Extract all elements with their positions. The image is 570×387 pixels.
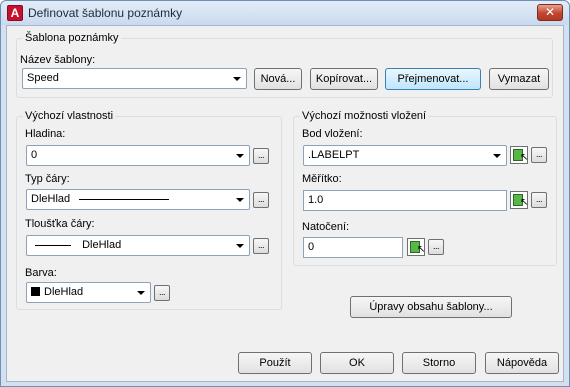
- app-icon: A: [7, 5, 23, 21]
- color-browse-button[interactable]: ...: [154, 285, 170, 301]
- insertion-point-select[interactable]: .LABELPT: [303, 145, 507, 166]
- template-name-label: Název šablony:: [20, 54, 96, 66]
- layer-select[interactable]: 0: [26, 145, 250, 166]
- linetype-value: DleHlad: [31, 193, 71, 205]
- lineweight-field: DleHlad: [31, 239, 121, 251]
- color-select[interactable]: DleHlad: [26, 282, 151, 303]
- apply-button[interactable]: Použít: [238, 352, 312, 374]
- insertion-point-browse-button[interactable]: ...: [531, 147, 547, 163]
- default-properties-group: Výchozí vlastnosti Hladina: 0 ... Typ čá…: [16, 110, 282, 310]
- lineweight-browse-button[interactable]: ...: [253, 238, 269, 254]
- linetype-field: DleHlad: [31, 193, 170, 205]
- lineweight-select[interactable]: DleHlad: [26, 235, 250, 256]
- help-button[interactable]: Nápověda: [485, 352, 559, 374]
- linetype-select[interactable]: DleHlad: [26, 189, 250, 210]
- new-button[interactable]: Nová...: [254, 68, 302, 90]
- insertion-point-pick-button[interactable]: ↖: [510, 146, 528, 164]
- cancel-button[interactable]: Storno: [402, 352, 476, 374]
- rotation-value: 0: [308, 241, 315, 253]
- cursor-icon: ↖: [520, 197, 529, 208]
- insertion-point-label: Bod vložení:: [302, 128, 363, 140]
- rotation-label: Natočení:: [302, 221, 350, 233]
- cursor-icon: ↖: [520, 152, 529, 163]
- template-name-select[interactable]: Speed: [22, 68, 247, 89]
- scale-browse-button[interactable]: ...: [531, 192, 547, 208]
- chevron-down-icon: [232, 192, 247, 207]
- template-group: Šablona poznámky Název šablony: Speed No…: [16, 32, 553, 98]
- lineweight-sample: [35, 244, 71, 246]
- scale-pick-button[interactable]: ↖: [510, 191, 528, 209]
- lineweight-label: Tloušťka čáry:: [25, 218, 95, 230]
- scale-value: 1.0: [308, 194, 324, 206]
- chevron-down-icon: [229, 71, 244, 86]
- layer-browse-button[interactable]: ...: [253, 148, 269, 164]
- close-button[interactable]: ✕: [537, 4, 563, 21]
- scale-input[interactable]: 1.0: [303, 190, 507, 211]
- color-value: DleHlad: [44, 286, 84, 298]
- rotation-browse-button[interactable]: ...: [428, 239, 444, 255]
- chevron-down-icon: [232, 238, 247, 253]
- cursor-icon: ↖: [417, 244, 426, 255]
- ok-button[interactable]: OK: [320, 352, 394, 374]
- insertion-options-group: Výchozí možnosti vložení Bod vložení: .L…: [293, 110, 557, 266]
- rotation-input[interactable]: 0: [303, 237, 403, 258]
- default-properties-title: Výchozí vlastnosti: [23, 110, 116, 122]
- insertion-options-title: Výchozí možnosti vložení: [300, 110, 429, 122]
- linetype-sample: [79, 198, 170, 200]
- template-group-title: Šablona poznámky: [23, 32, 121, 44]
- color-field: DleHlad: [31, 286, 83, 298]
- color-swatch: [31, 287, 40, 296]
- title-bar: A Definovat šablonu poznámky ✕: [1, 1, 569, 25]
- lineweight-value: DleHlad: [82, 239, 122, 251]
- dialog-body: Šablona poznámky Název šablony: Speed No…: [6, 25, 564, 382]
- scale-label: Měřítko:: [302, 173, 342, 185]
- template-name-value: Speed: [27, 72, 59, 84]
- linetype-browse-button[interactable]: ...: [253, 192, 269, 208]
- insertion-point-value: .LABELPT: [308, 149, 360, 161]
- layer-label: Hladina:: [25, 128, 66, 140]
- chevron-down-icon: [232, 148, 247, 163]
- layer-value: 0: [31, 149, 38, 161]
- copy-button[interactable]: Kopírovat...: [310, 68, 378, 90]
- linetype-label: Typ čáry:: [25, 173, 70, 185]
- dialog-window: A Definovat šablonu poznámky ✕ Šablona p…: [0, 0, 570, 387]
- window-title: Definovat šablonu poznámky: [28, 6, 183, 20]
- color-label: Barva:: [25, 267, 57, 279]
- chevron-down-icon: [489, 148, 504, 163]
- edit-template-content-button[interactable]: Úpravy obsahu šablony...: [350, 296, 512, 318]
- rename-button[interactable]: Přejmenovat...: [385, 68, 481, 90]
- rotation-pick-button[interactable]: ↖: [407, 238, 425, 256]
- chevron-down-icon: [133, 285, 148, 300]
- delete-button[interactable]: Vymazat: [489, 68, 549, 90]
